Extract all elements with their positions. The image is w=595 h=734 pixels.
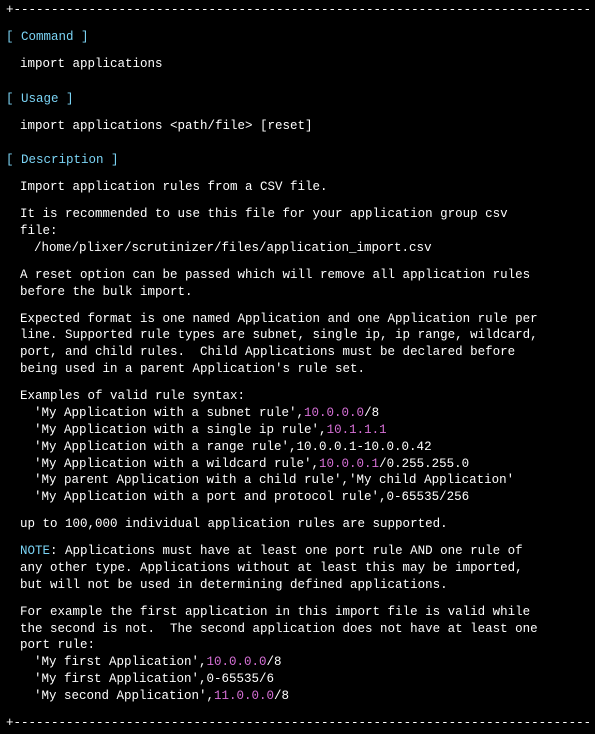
usage-header: [ Usage ] <box>6 91 589 108</box>
terminal-output: +---------------------------------------… <box>0 0 595 734</box>
forex-1: For example the first application in thi… <box>20 604 589 621</box>
command-header: [ Command ] <box>6 29 589 46</box>
forex-2: the second is not. The second applicatio… <box>20 621 589 638</box>
final-ex-3: 'My second Application',11.0.0.0/8 <box>20 688 589 705</box>
note-line-3: but will not be used in determining defi… <box>20 577 589 594</box>
description-header: [ Description ] <box>6 152 589 169</box>
example-1: 'My Application with a subnet rule',10.0… <box>20 405 589 422</box>
border-top: +---------------------------------------… <box>6 2 589 19</box>
example-2: 'My Application with a single ip rule',1… <box>20 422 589 439</box>
desc-format-4: being used in a parent Application's rul… <box>20 361 589 378</box>
desc-intro: Import application rules from a CSV file… <box>20 179 589 196</box>
ip-literal: 10.0.0.1 <box>319 457 379 471</box>
ip-literal: 11.0.0.0 <box>214 689 274 703</box>
final-ex-2: 'My first Application',0-65535/6 <box>20 671 589 688</box>
usage-text: import applications <path/file> [reset] <box>20 118 589 135</box>
desc-format-1: Expected format is one named Application… <box>20 311 589 328</box>
ip-literal: 10.0.0.0 <box>207 655 267 669</box>
examples-header: Examples of valid rule syntax: <box>20 388 589 405</box>
note-label: NOTE <box>20 544 50 558</box>
example-4: 'My Application with a wildcard rule',10… <box>20 456 589 473</box>
border-bottom: +---------------------------------------… <box>6 715 589 732</box>
desc-format-2: line. Supported rule types are subnet, s… <box>20 327 589 344</box>
final-ex-1: 'My first Application',10.0.0.0/8 <box>20 654 589 671</box>
note-line-1: NOTE: Applications must have at least on… <box>20 543 589 560</box>
ip-literal: 10.1.1.1 <box>327 423 387 437</box>
ip-literal: 10.0.0.0 <box>304 406 364 420</box>
note-line-2: any other type. Applications without at … <box>20 560 589 577</box>
desc-reset-1: A reset option can be passed which will … <box>20 267 589 284</box>
desc-recommend-1: It is recommended to use this file for y… <box>20 206 589 223</box>
example-3: 'My Application with a range rule',10.0.… <box>20 439 589 456</box>
command-text: import applications <box>20 56 589 73</box>
desc-filepath: /home/plixer/scrutinizer/files/applicati… <box>20 240 589 257</box>
example-6: 'My Application with a port and protocol… <box>20 489 589 506</box>
desc-format-3: port, and child rules. Child Application… <box>20 344 589 361</box>
desc-reset-2: before the bulk import. <box>20 284 589 301</box>
desc-recommend-2: file: <box>20 223 589 240</box>
example-5: 'My parent Application with a child rule… <box>20 472 589 489</box>
forex-3: port rule: <box>20 637 589 654</box>
desc-limit: up to 100,000 individual application rul… <box>20 516 589 533</box>
